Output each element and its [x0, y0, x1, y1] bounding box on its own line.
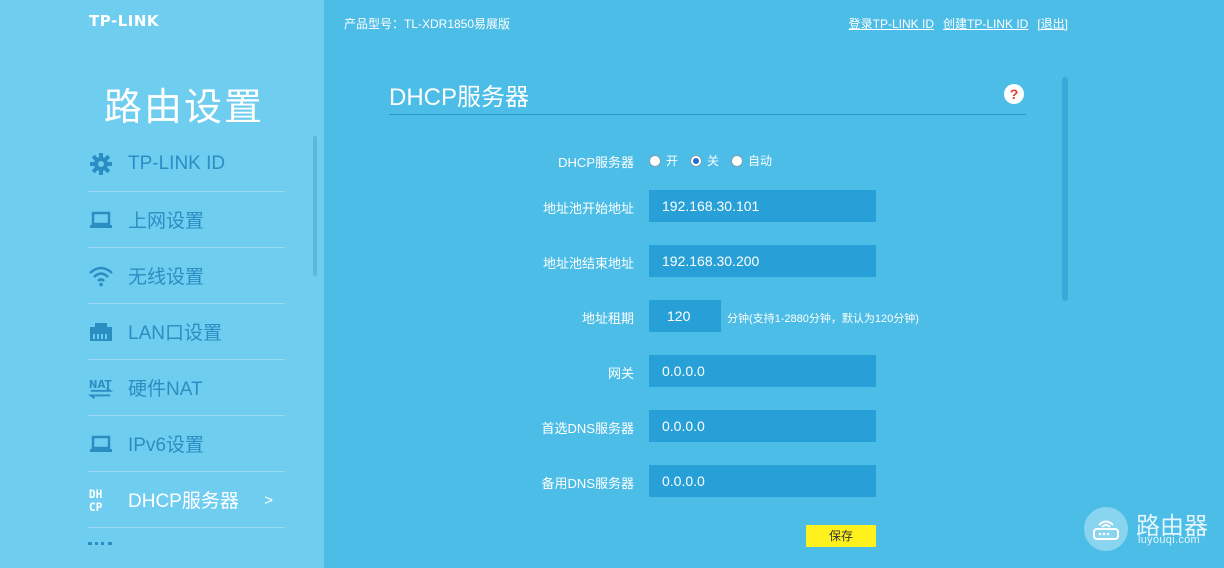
- dhcp-auto-radio[interactable]: 自动: [731, 152, 772, 169]
- page-title: DHCP服务器: [389, 84, 530, 111]
- lease-hint: 分钟(支持1-2880分钟，默认为120分钟): [727, 313, 919, 325]
- sidebar-item-partial[interactable]: [88, 542, 112, 548]
- radio-label: 开: [666, 154, 679, 168]
- dhcp-server-radio-group: 开 关 自动: [649, 152, 784, 169]
- dhcp-off-radio[interactable]: 关: [690, 152, 719, 169]
- dhcp-icon: DH CP: [88, 487, 114, 514]
- dhcp-on-radio[interactable]: 开: [649, 152, 678, 169]
- title-divider: [389, 114, 1026, 115]
- radio-dot[interactable]: [649, 154, 661, 167]
- create-tplink-id-link[interactable]: 创建TP-LINK ID: [943, 15, 1028, 32]
- product-model: 产品型号：TL-XDR1850易展版: [344, 17, 511, 31]
- sidebar-item-lan[interactable]: LAN口设置: [88, 304, 285, 360]
- gateway-label: 网关: [607, 366, 634, 381]
- sidebar-item-ipv6[interactable]: IPv6设置: [88, 416, 285, 472]
- lease-input[interactable]: [649, 300, 721, 332]
- laptop-icon: [88, 207, 114, 233]
- secondary-dns-input[interactable]: [649, 465, 876, 497]
- sidebar-item-label: IPv6设置: [128, 435, 205, 456]
- sidebar-item-hardware-nat[interactable]: NAT 硬件NAT: [88, 360, 285, 416]
- sidebar-scrollbar[interactable]: [313, 136, 317, 276]
- nat-icon: NAT: [88, 375, 114, 401]
- dhcp-server-label: DHCP服务器: [558, 155, 634, 170]
- sidebar-item-label: 无线设置: [128, 267, 205, 288]
- section-title: 路由设置: [104, 87, 265, 129]
- pool-end-input[interactable]: [649, 245, 876, 277]
- chevron-right-icon: >: [264, 492, 273, 509]
- radio-dot[interactable]: [731, 154, 744, 167]
- pool-start-input[interactable]: [649, 190, 876, 222]
- dhcp-icon-text-bottom: CP: [89, 501, 103, 514]
- login-tplink-id-link[interactable]: 登录TP-LINK ID: [849, 15, 934, 32]
- sidebar: TP-LINK 路由设置 TP-LINK ID 上网设置 无线设置 LAN口设置…: [0, 0, 324, 568]
- radio-dot[interactable]: [690, 154, 703, 167]
- primary-dns-label: 首选DNS服务器: [541, 421, 634, 436]
- router-logo-icon: [1084, 507, 1128, 551]
- lease-label: 地址租期: [581, 311, 634, 326]
- laptop-icon: [88, 431, 114, 457]
- logout-link[interactable]: [退出]: [1037, 15, 1068, 32]
- tplink-logo: TP-LINK: [89, 12, 160, 30]
- sidebar-item-tplink-id[interactable]: TP-LINK ID: [88, 136, 285, 192]
- sidebar-item-label: 硬件NAT: [128, 379, 203, 400]
- main-scrollbar[interactable]: [1062, 77, 1068, 301]
- pool-end-label: 地址池结束地址: [542, 256, 634, 271]
- radio-label: 自动: [748, 154, 773, 168]
- help-icon[interactable]: ?: [1004, 84, 1024, 104]
- sidebar-item-label: LAN口设置: [128, 323, 222, 344]
- sidebar-item-dhcp[interactable]: DH CP DHCP服务器 >: [88, 472, 285, 528]
- sidebar-item-label: 上网设置: [128, 211, 205, 232]
- sidebar-item-label: DHCP服务器: [128, 491, 239, 512]
- sidebar-item-wireless[interactable]: 无线设置: [88, 248, 285, 304]
- pool-start-label: 地址池开始地址: [542, 201, 634, 216]
- wifi-icon: [88, 263, 114, 289]
- sidebar-item-internet[interactable]: 上网设置: [88, 192, 285, 248]
- gateway-input[interactable]: [649, 355, 876, 387]
- watermark-subtitle: luyouqi.com: [1138, 534, 1200, 546]
- account-links: 登录TP-LINK ID 创建TP-LINK ID [退出]: [849, 15, 1068, 32]
- sidebar-menu: TP-LINK ID 上网设置 无线设置 LAN口设置 NAT 硬件NAT IP…: [88, 136, 285, 528]
- sidebar-item-label: TP-LINK ID: [128, 152, 226, 174]
- lan-port-icon: [88, 319, 114, 345]
- radio-label: 关: [707, 154, 720, 168]
- primary-dns-input[interactable]: [649, 410, 876, 442]
- gear-icon: [88, 151, 114, 177]
- dhcp-icon-text-top: DH: [89, 488, 102, 501]
- secondary-dns-label: 备用DNS服务器: [541, 476, 634, 491]
- save-button[interactable]: 保存: [806, 525, 876, 547]
